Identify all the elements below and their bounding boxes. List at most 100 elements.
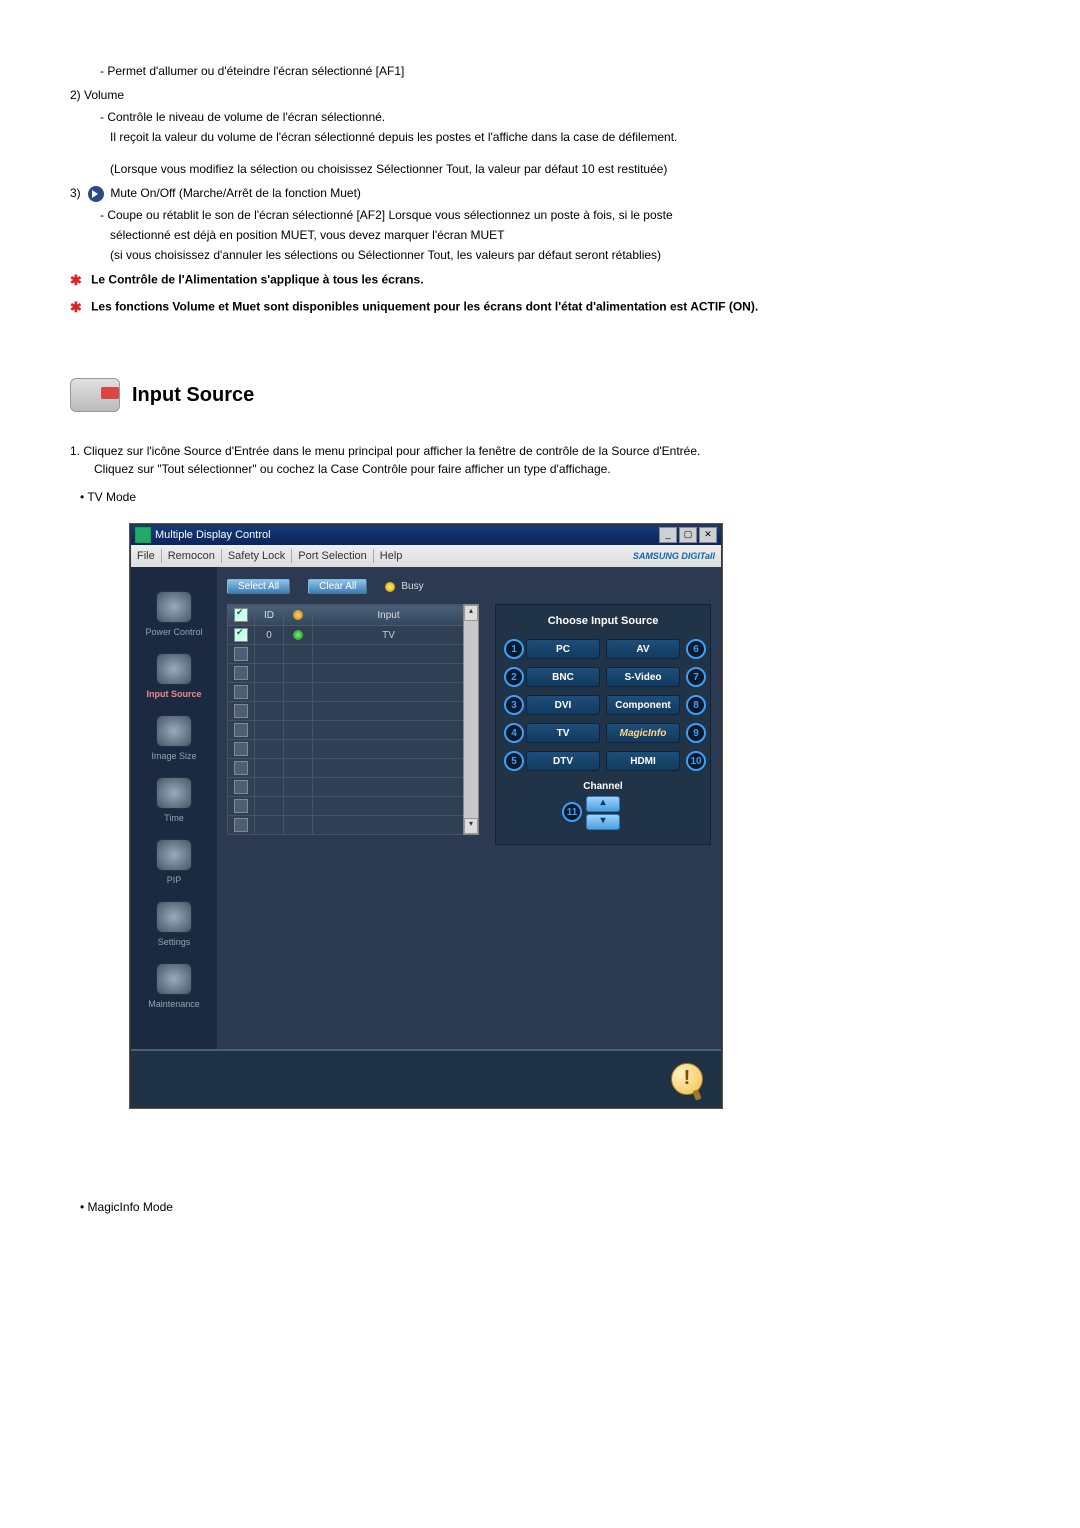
source-button-bnc[interactable]: BNC	[526, 667, 600, 687]
item2-num: 2) Volume	[70, 86, 1010, 104]
minimize-button[interactable]: _	[659, 527, 677, 543]
source-button-av[interactable]: AV	[606, 639, 680, 659]
table-row[interactable]	[228, 740, 465, 759]
bullet-magicinfo-mode: MagicInfo Mode	[80, 1200, 1010, 1214]
cell-id	[255, 778, 284, 797]
cell-id: 0	[255, 626, 284, 645]
channel-down-button[interactable]: ▾	[586, 814, 620, 830]
sidebar-item-label: Input Source	[131, 689, 217, 699]
row-checkbox[interactable]	[234, 742, 248, 756]
menu-remocon[interactable]: Remocon	[168, 550, 215, 562]
sidebar-item-input-source[interactable]: Input Source	[131, 653, 217, 699]
bullet-tv-mode: TV Mode	[80, 490, 1010, 504]
col-status[interactable]	[284, 605, 313, 626]
cell-status	[284, 759, 313, 778]
row-checkbox[interactable]	[234, 780, 248, 794]
sidebar-icon	[156, 963, 192, 995]
sidebar-item-label: Settings	[131, 937, 217, 947]
table-row[interactable]	[228, 759, 465, 778]
source-button-magicinfo[interactable]: MagicInfo	[606, 723, 680, 743]
titlebar[interactable]: Multiple Display Control _ ▢ ✕	[131, 525, 721, 545]
mute-icon	[88, 186, 104, 202]
item3-l1: - Coupe ou rétablit le son de l'écran sé…	[100, 206, 1010, 224]
table-row[interactable]	[228, 645, 465, 664]
scroll-down-icon[interactable]: ▾	[464, 818, 478, 834]
callout-1: 1	[504, 639, 524, 659]
sidebar-item-settings[interactable]: Settings	[131, 901, 217, 947]
callout-4: 4	[504, 723, 524, 743]
row-checkbox[interactable]	[234, 761, 248, 775]
select-all-button[interactable]: Select All	[227, 579, 290, 594]
source-button-s-video[interactable]: S-Video	[606, 667, 680, 687]
col-input: Input	[313, 605, 465, 626]
status-bar: !	[131, 1049, 721, 1107]
row-checkbox[interactable]	[234, 666, 248, 680]
sidebar-icon	[156, 839, 192, 871]
row-checkbox[interactable]	[234, 685, 248, 699]
source-button-dtv[interactable]: DTV	[526, 751, 600, 771]
close-button[interactable]: ✕	[699, 527, 717, 543]
step-1: 1. Cliquez sur l'icône Source d'Entrée d…	[70, 442, 1010, 478]
busy-dot-icon	[385, 582, 395, 592]
source-button-component[interactable]: Component	[606, 695, 680, 715]
table-row[interactable]	[228, 816, 465, 835]
menu-port[interactable]: Port Selection	[298, 550, 366, 562]
table-row[interactable]	[228, 683, 465, 702]
table-row[interactable]	[228, 778, 465, 797]
scroll-up-icon[interactable]: ▴	[464, 605, 478, 621]
callout-5: 5	[504, 751, 524, 771]
menu-safety[interactable]: Safety Lock	[228, 550, 285, 562]
sidebar-item-image-size[interactable]: Image Size	[131, 715, 217, 761]
cell-id	[255, 797, 284, 816]
clear-all-button[interactable]: Clear All	[308, 579, 367, 594]
col-check[interactable]	[228, 605, 255, 626]
cell-input	[313, 721, 465, 740]
section-title: Input Source	[132, 384, 254, 407]
cell-input	[313, 664, 465, 683]
row-checkbox[interactable]	[234, 704, 248, 718]
sidebar-icon	[156, 715, 192, 747]
cell-status	[284, 664, 313, 683]
table-row[interactable]: 0TV	[228, 626, 465, 645]
source-button-pc[interactable]: PC	[526, 639, 600, 659]
cell-id	[255, 740, 284, 759]
brand-label: SAMSUNG DIGITall	[633, 551, 715, 561]
cell-id	[255, 683, 284, 702]
sidebar-item-time[interactable]: Time	[131, 777, 217, 823]
table-row[interactable]	[228, 702, 465, 721]
display-table: ID Input 0TV ▴ ▾	[227, 604, 465, 835]
table-row[interactable]	[228, 721, 465, 740]
table-row[interactable]	[228, 797, 465, 816]
cell-id	[255, 702, 284, 721]
row-checkbox[interactable]	[234, 799, 248, 813]
menu-help[interactable]: Help	[380, 550, 403, 562]
channel-label: Channel	[504, 781, 702, 792]
item2-l2: Il reçoit la valeur du volume de l'écran…	[110, 128, 1010, 146]
sidebar-item-pip[interactable]: PIP	[131, 839, 217, 885]
note2: ✱ Les fonctions Volume et Muet sont disp…	[70, 297, 1010, 318]
menu-file[interactable]: File	[137, 550, 155, 562]
sidebar: Power Control Input Source Image Size Time P…	[131, 567, 217, 1049]
row-checkbox[interactable]	[234, 818, 248, 832]
sidebar-item-label: Time	[131, 813, 217, 823]
cell-input	[313, 683, 465, 702]
callout-10: 10	[686, 751, 706, 771]
callout-11: 11	[562, 802, 582, 822]
cell-status	[284, 740, 313, 759]
cell-status	[284, 645, 313, 664]
source-button-hdmi[interactable]: HDMI	[606, 751, 680, 771]
sidebar-item-label: PIP	[131, 875, 217, 885]
item3-l2: sélectionné est déjà en position MUET, v…	[110, 226, 1010, 244]
col-id: ID	[255, 605, 284, 626]
scrollbar[interactable]: ▴ ▾	[463, 604, 479, 835]
row-checkbox[interactable]	[234, 723, 248, 737]
sidebar-item-power-control[interactable]: Power Control	[131, 591, 217, 637]
table-row[interactable]	[228, 664, 465, 683]
row-checkbox[interactable]	[234, 647, 248, 661]
source-button-tv[interactable]: TV	[526, 723, 600, 743]
channel-up-button[interactable]: ▴	[586, 796, 620, 812]
maximize-button[interactable]: ▢	[679, 527, 697, 543]
source-button-dvi[interactable]: DVI	[526, 695, 600, 715]
row-checkbox[interactable]	[234, 628, 248, 642]
sidebar-item-maintenance[interactable]: Maintenance	[131, 963, 217, 1009]
